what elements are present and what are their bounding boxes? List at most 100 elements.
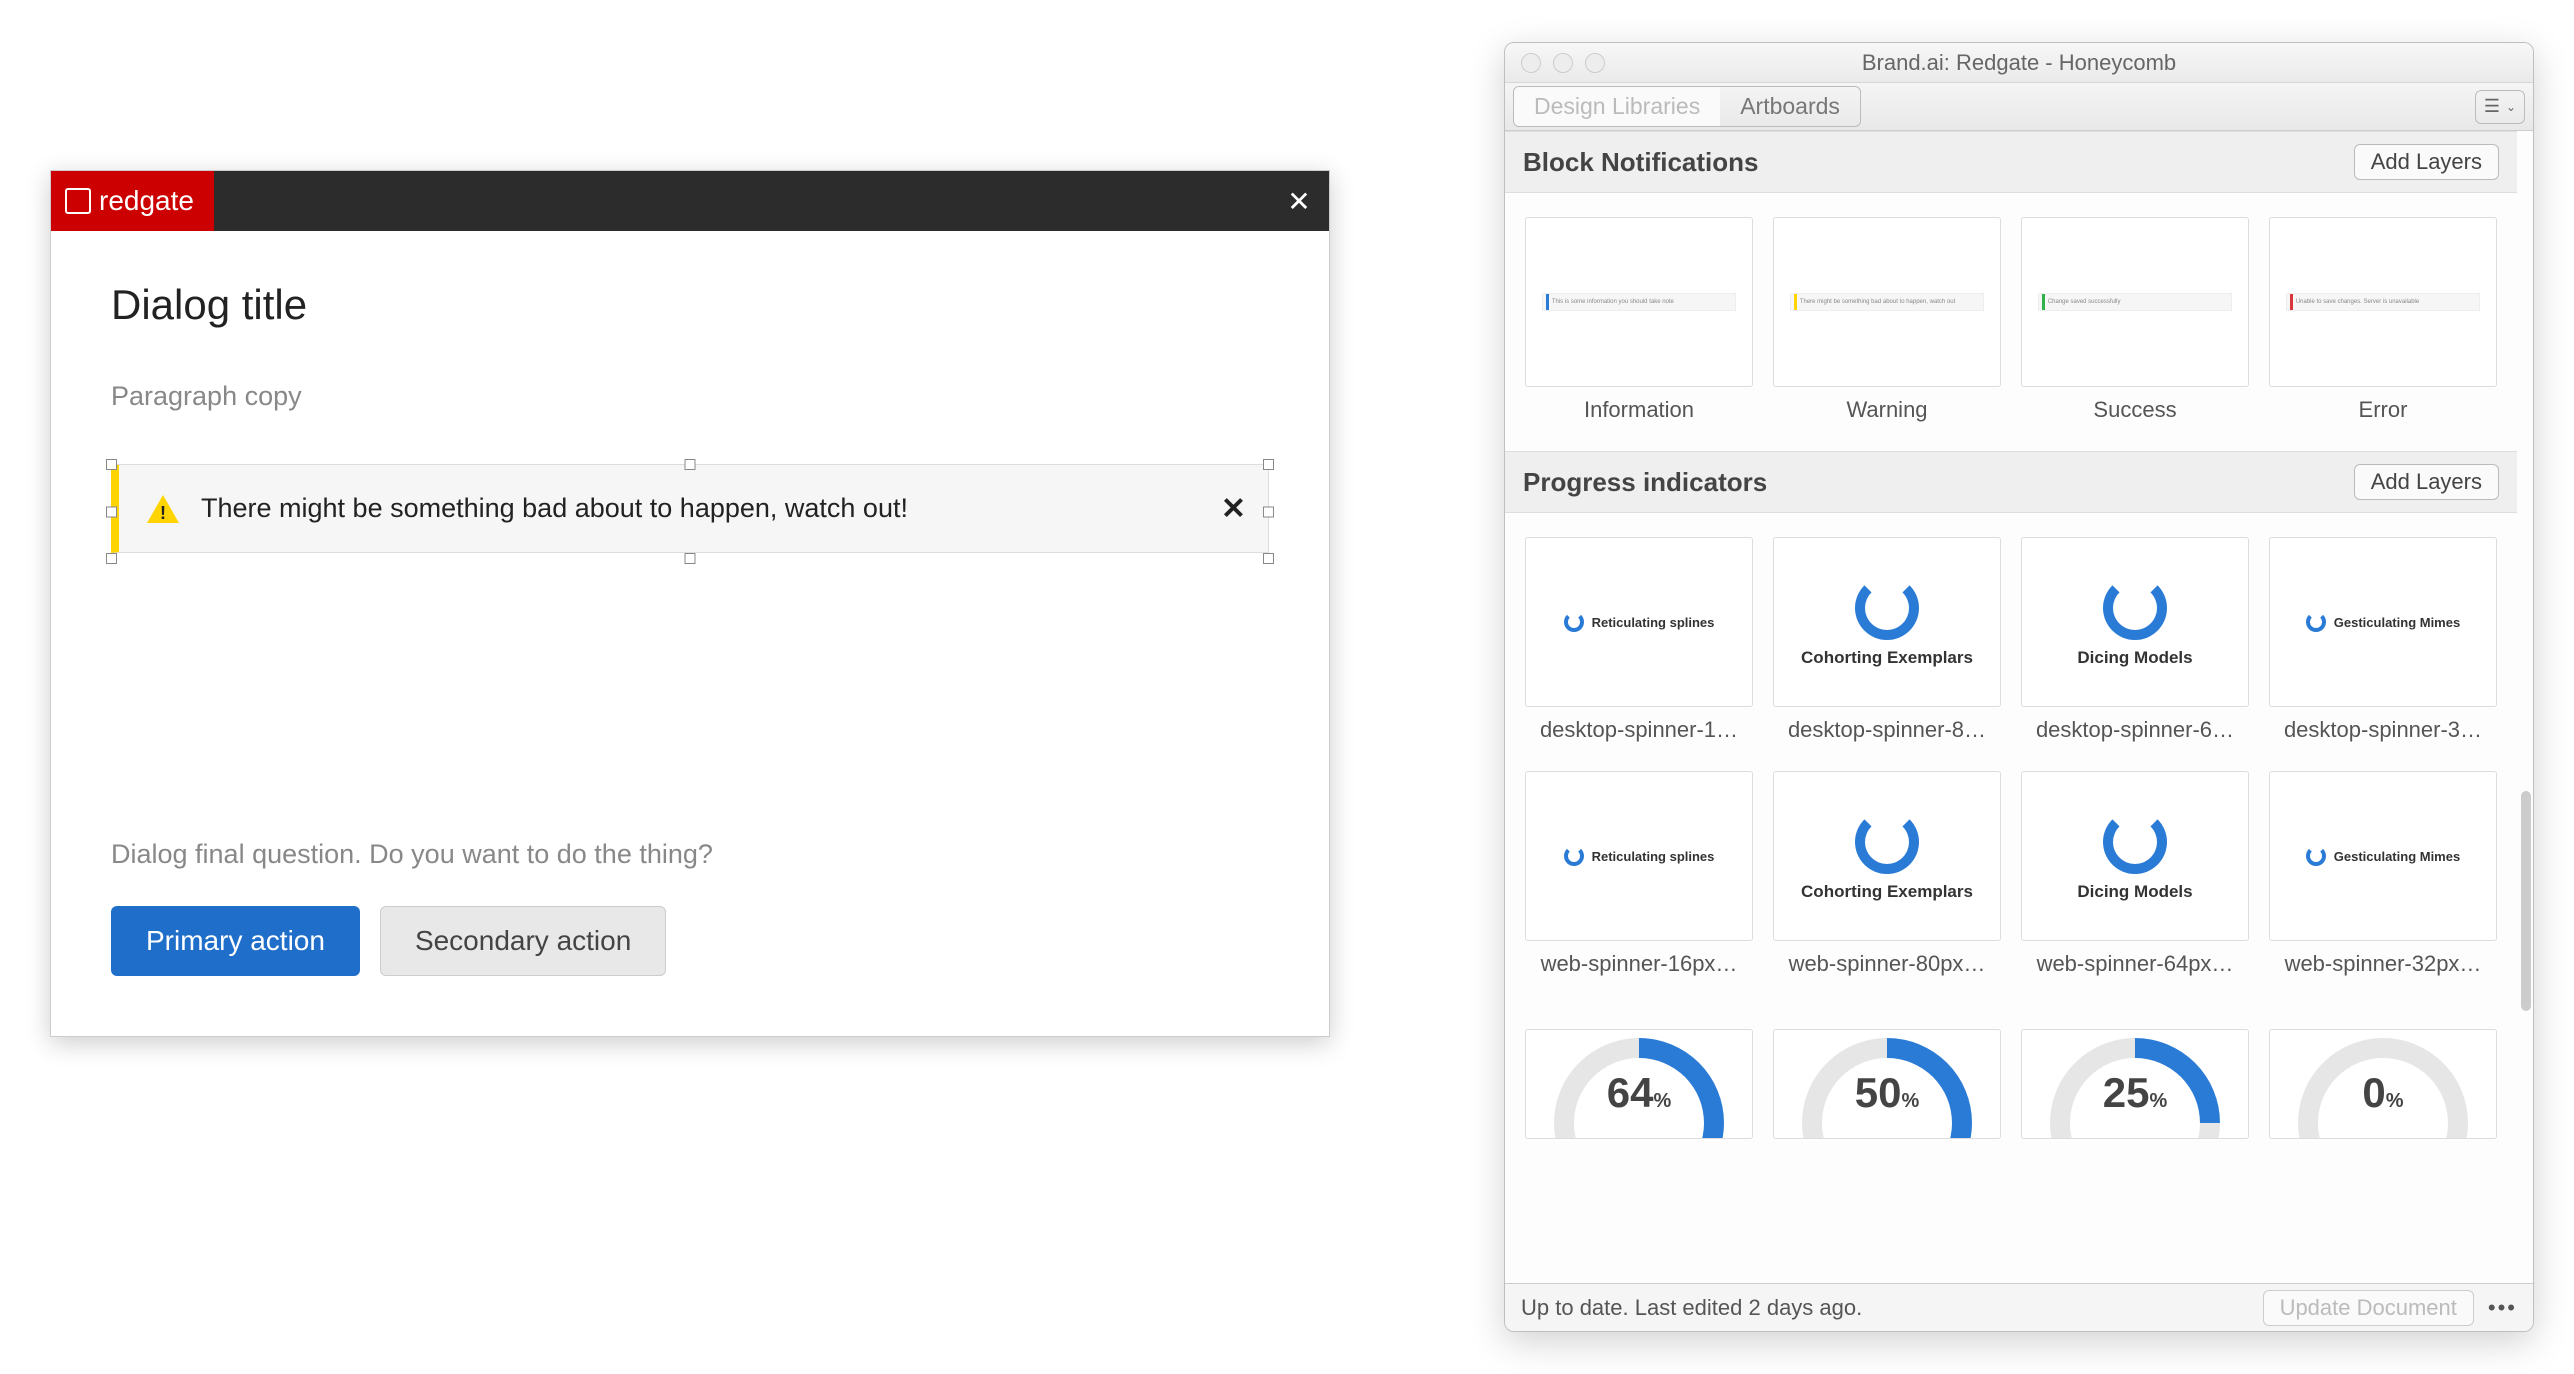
notification-close-button[interactable]: ✕ [1221,491,1246,526]
spinner-label: Reticulating splines [1592,615,1715,630]
desktop-spinner-item[interactable]: Cohorting Exemplars desktop-spinner-8… [1773,537,2001,743]
tile-label: Information [1525,397,1753,423]
web-spinner-item[interactable]: Gesticulating Mimes web-spinner-32px… [2269,771,2497,977]
sync-status: Up to date. Last edited 2 days ago. [1521,1295,1862,1321]
library-scroll-area[interactable]: Block Notifications Add Layers This is s… [1505,131,2533,1283]
mini-notif-text: Change saved successfully [2048,299,2121,305]
donut-value: 64% [1607,1069,1672,1117]
tile-preview: Change saved successfully [2021,217,2249,387]
tile-label: desktop-spinner-8… [1773,717,2001,743]
notification-selected[interactable]: There might be something bad about to ha… [111,464,1269,559]
desktop-spinners-grid: Reticulating splinesdesktop-spinner-1…Co… [1505,513,2517,771]
tile-preview: Unable to save changes. Server is unavai… [2269,217,2497,387]
dialog-preview: redgate ✕ Dialog title Paragraph copy Th… [50,170,1330,1037]
resize-handle[interactable] [1263,459,1274,470]
spinner-label: Cohorting Exemplars [1801,648,1973,668]
spinner-label: Gesticulating Mimes [2334,615,2460,630]
resize-handle[interactable] [106,506,117,517]
desktop-spinner-item[interactable]: Gesticulating Mimes desktop-spinner-3… [2269,537,2497,743]
mini-notif-text: This is some information you should take… [1552,299,1674,305]
dialog-body: Dialog title Paragraph copy There might … [51,231,1329,1036]
tile-preview: Dicing Models [2021,771,2249,941]
tile-label: web-spinner-32px… [2269,951,2497,977]
spinner-label: Reticulating splines [1592,849,1715,864]
tile-label: desktop-spinner-3… [2269,717,2497,743]
tile-label: web-spinner-64px… [2021,951,2249,977]
donut-value: 25% [2103,1069,2168,1117]
desktop-spinner-item[interactable]: Reticulating splinesdesktop-spinner-1… [1525,537,1753,743]
plugin-panel: Brand.ai: Redgate - Honeycomb Design Lib… [1504,42,2534,1332]
spinner-icon [1564,612,1584,632]
section-header-progress-indicators: Progress indicators Add Layers [1505,451,2517,513]
chevron-down-icon: ⌄ [2506,100,2516,114]
add-layers-button[interactable]: Add Layers [2354,464,2499,500]
scrollbar-thumb[interactable] [2521,791,2531,1011]
web-spinner-item[interactable]: Reticulating splines web-spinner-16px… [1525,771,1753,977]
spinner-icon [1855,576,1919,640]
library-item-error[interactable]: Unable to save changes. Server is unavai… [2269,217,2497,423]
warning-notification: There might be something bad about to ha… [111,464,1269,553]
web-spinners-grid: Reticulating splines web-spinner-16px… Coh… [1505,771,2517,1005]
resize-handle[interactable] [685,553,696,564]
more-menu-icon[interactable]: ••• [2488,1295,2517,1321]
add-layers-button[interactable]: Add Layers [2354,144,2499,180]
donut-tile[interactable]: 25% [2021,1029,2249,1139]
web-spinner-item[interactable]: Cohorting Exemplarsweb-spinner-80px… [1773,771,2001,977]
notification-text: There might be something bad about to ha… [201,493,908,524]
brand-block: redgate [51,171,214,231]
resize-handle[interactable] [106,459,117,470]
primary-action-button[interactable]: Primary action [111,906,360,976]
tile-preview: There might be something bad about to ha… [1773,217,2001,387]
donut-value: 50% [1855,1069,1920,1117]
update-document-button[interactable]: Update Document [2263,1290,2474,1326]
donut-chart: 25% [2050,1038,2220,1139]
donut-tile[interactable]: 0% [2269,1029,2497,1139]
tile-preview: Reticulating splines [1525,771,1753,941]
web-spinner-item[interactable]: Dicing Models web-spinner-64px… [2021,771,2249,977]
menu-dropdown-button[interactable]: ☰ ⌄ [2475,90,2525,124]
section-header-block-notifications: Block Notifications Add Layers [1505,131,2517,193]
tile-label: desktop-spinner-6… [2021,717,2249,743]
tab-artboards[interactable]: Artboards [1720,87,1860,126]
view-segmented-control: Design Libraries Artboards [1513,86,1861,127]
block-notifications-grid: This is some information you should take… [1505,193,2517,451]
donut-chart: 0% [2298,1038,2468,1139]
brand-text: redgate [99,185,194,217]
tile-label: Error [2269,397,2497,423]
secondary-action-button[interactable]: Secondary action [380,906,666,976]
library-item-information[interactable]: This is some information you should take… [1525,217,1753,423]
tile-label: Success [2021,397,2249,423]
resize-handle[interactable] [685,459,696,470]
warning-icon [147,495,179,523]
spinner-label: Cohorting Exemplars [1801,882,1973,902]
dialog-buttons: Primary action Secondary action [111,906,1269,976]
resize-handle[interactable] [1263,506,1274,517]
resize-handle[interactable] [1263,553,1274,564]
library-item-success[interactable]: Change saved successfully Success [2021,217,2249,423]
library-item-warning[interactable]: There might be something bad about to ha… [1773,217,2001,423]
tile-preview: Gesticulating Mimes [2269,771,2497,941]
mac-titlebar: Brand.ai: Redgate - Honeycomb [1505,43,2533,83]
tile-label: web-spinner-16px… [1525,951,1753,977]
brand-logo-icon [65,188,91,214]
tab-design-libraries[interactable]: Design Libraries [1514,87,1720,126]
spinner-label: Gesticulating Mimes [2334,849,2460,864]
resize-handle[interactable] [106,553,117,564]
dialog-paragraph: Paragraph copy [111,381,1269,412]
spinner-icon [2306,612,2326,632]
tile-label: Warning [1773,397,2001,423]
donut-chart: 64% [1554,1038,1724,1139]
mini-notif-text: There might be something bad about to ha… [1800,299,1955,305]
desktop-spinner-item[interactable]: Dicing Modelsdesktop-spinner-6… [2021,537,2249,743]
spinner-icon [1855,810,1919,874]
donut-tile[interactable]: 50% [1773,1029,2001,1139]
tile-preview: Reticulating splines [1525,537,1753,707]
spinner-label: Dicing Models [2077,882,2192,902]
dialog-close-button[interactable]: ✕ [1269,171,1329,231]
spinner-icon [2103,810,2167,874]
panel-toolbar: Design Libraries Artboards ☰ ⌄ [1505,83,2533,131]
donut-row: 64% 50% 25% 0% [1505,1005,2517,1139]
dialog-question: Dialog final question. Do you want to do… [111,839,1269,870]
donut-tile[interactable]: 64% [1525,1029,1753,1139]
spinner-icon [1564,846,1584,866]
